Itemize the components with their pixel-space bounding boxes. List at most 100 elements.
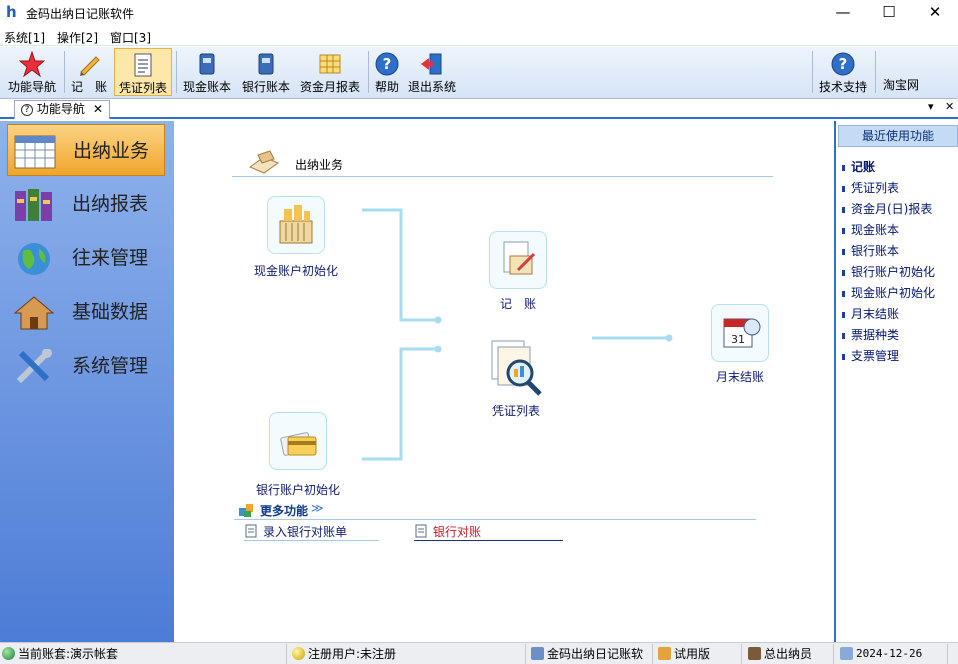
- toolbar-function-nav-button[interactable]: 功能导航: [2, 48, 62, 96]
- help-icon: ?: [375, 52, 399, 76]
- bullet-icon: [842, 185, 845, 192]
- toolbar-bank-ledger-button[interactable]: 银行账本: [238, 48, 294, 96]
- node-bank-account-init[interactable]: 银行账户初始化: [246, 412, 350, 498]
- toolbar-label: 记 账: [70, 80, 107, 94]
- toolbar-separator: [368, 51, 369, 93]
- node-label: 记 账: [499, 297, 536, 311]
- report-grid-icon: [319, 54, 341, 74]
- toolbar-cash-ledger-button[interactable]: 现金账本: [178, 48, 236, 96]
- toolbar-fund-report-button[interactable]: 资金月报表: [296, 48, 364, 96]
- tab-close-icon[interactable]: ✕: [93, 101, 103, 118]
- sidebar-item-label: 往来管理: [72, 247, 149, 269]
- window-title: 金码出纳日记账软件: [26, 7, 135, 21]
- bullet-icon: [842, 332, 845, 339]
- calendar-clock-icon: 31: [711, 304, 769, 362]
- more-functions-label[interactable]: 更多功能: [260, 502, 308, 519]
- toolbar-voucher-list-button[interactable]: 凭证列表: [114, 48, 172, 96]
- toolbar-label: 技术支持: [818, 80, 867, 94]
- close-button[interactable]: ✕: [912, 0, 958, 25]
- house-icon: [13, 296, 55, 330]
- recent-item[interactable]: 支票管理: [842, 347, 899, 364]
- recent-functions-panel: 最近使用功能 记账 凭证列表 资金月(日)报表 现金账本 银行账本 银行账户初始…: [834, 121, 958, 642]
- books-icon: [15, 189, 52, 221]
- menu-window[interactable]: 窗口[3]: [110, 29, 151, 46]
- calendar-icon: [840, 647, 853, 660]
- status-account: 当前账套:演示帐套: [0, 644, 287, 664]
- more-functions-icon: [239, 504, 253, 517]
- main-content: 出纳业务 现金账户初始化 记 账 凭证列表 31 月末结账 银行账户初始化 更多…: [174, 121, 834, 642]
- toolbar-exit-button[interactable]: 退出系统: [405, 48, 459, 96]
- svg-text:31: 31: [731, 333, 745, 346]
- tools-icon: [16, 349, 52, 384]
- sidebar-item-system-management[interactable]: 系统管理: [7, 340, 165, 392]
- menu-system[interactable]: 系统[1]: [4, 29, 45, 46]
- toolbar-label: 现金账本: [182, 80, 231, 94]
- sidebar-item-basic-data[interactable]: 基础数据: [7, 286, 165, 338]
- link-bank-reconciliation[interactable]: 银行对账: [433, 523, 481, 540]
- toolbar-bookkeeping-button[interactable]: 记 账: [66, 48, 112, 96]
- status-user: 注册用户:未注册: [290, 644, 526, 664]
- maximize-button[interactable]: ☐: [866, 0, 912, 25]
- recent-item[interactable]: 资金月(日)报表: [842, 200, 932, 217]
- pencil-icon: [80, 56, 100, 76]
- edition-icon: [658, 647, 671, 660]
- recent-item[interactable]: 银行账本: [842, 242, 899, 259]
- recent-item[interactable]: 现金账本: [842, 221, 899, 238]
- app-window: h 金码出纳日记账软件 — ☐ ✕ 系统[1] 操作[2] 窗口[3] 功能导航…: [0, 0, 958, 664]
- toolbar-label: 退出系统: [407, 80, 456, 94]
- tab-label: 功能导航: [36, 102, 85, 116]
- status-operator: 总出纳员: [746, 644, 834, 664]
- node-cash-account-init[interactable]: 现金账户初始化: [246, 196, 346, 279]
- calendar-grid-icon: [14, 135, 56, 169]
- link-underline-active: [414, 540, 563, 541]
- recent-item[interactable]: 票据种类: [842, 326, 899, 343]
- toolbar-label: 银行账本: [241, 80, 290, 94]
- toolbar-separator: [812, 51, 813, 93]
- recent-item[interactable]: 凭证列表: [842, 179, 899, 196]
- more-divider: [234, 519, 756, 520]
- recent-item[interactable]: 记账: [842, 158, 875, 175]
- document-icon: [415, 524, 427, 538]
- minimize-button[interactable]: —: [820, 0, 866, 25]
- node-voucher-list[interactable]: 凭证列表: [466, 339, 566, 419]
- recent-functions-title: 最近使用功能: [838, 125, 958, 147]
- more-functions-arrow-icon[interactable]: ≫: [311, 501, 324, 515]
- voucher-magnifier-icon: [491, 340, 542, 396]
- green-ball-icon: [2, 647, 15, 660]
- node-bookkeeping[interactable]: 记 账: [468, 231, 568, 312]
- bullet-icon: [842, 311, 845, 318]
- tab-menu-arrow-icon[interactable]: ▾: [928, 100, 934, 113]
- ledger-book-icon: [199, 53, 215, 75]
- sidebar-item-contacts[interactable]: 往来管理: [7, 232, 165, 284]
- bullet-icon: [842, 248, 845, 255]
- node-label: 银行账户初始化: [255, 483, 340, 497]
- node-label: 现金账户初始化: [253, 264, 338, 278]
- bullet-icon: [842, 353, 845, 360]
- yellow-ball-icon: [292, 647, 305, 660]
- toolbar-separator: [176, 51, 177, 93]
- bullet-icon: [842, 290, 845, 297]
- sidebar-item-cashier-business[interactable]: 出纳业务: [7, 124, 165, 176]
- product-icon: [531, 647, 544, 660]
- toolbar-separator: [875, 51, 876, 93]
- sidebar-item-label: 基础数据: [72, 301, 149, 323]
- link-enter-bank-statement[interactable]: 录入银行对账单: [263, 523, 347, 540]
- recent-item[interactable]: 月末结账: [842, 305, 899, 322]
- title-bar: h 金码出纳日记账软件 — ☐ ✕: [0, 0, 958, 25]
- toolbar-label: 资金月报表: [299, 80, 360, 94]
- ledger-book-icon: [258, 53, 274, 75]
- toolbar-label: 淘宝网: [882, 78, 919, 92]
- tab-close-all-icon[interactable]: ✕: [945, 100, 954, 113]
- sidebar-item-label: 出纳业务: [73, 140, 150, 162]
- recent-item[interactable]: 现金账户初始化: [842, 284, 935, 301]
- menu-operation[interactable]: 操作[2]: [57, 29, 98, 46]
- tab-function-nav[interactable]: ? 功能导航 ✕: [14, 100, 110, 119]
- node-label: 月末结账: [715, 370, 764, 384]
- toolbar-help-button[interactable]: ? 帮助: [370, 48, 404, 96]
- node-month-end[interactable]: 31 月末结账: [690, 304, 790, 385]
- toolbar-taobao-button[interactable]: 淘宝网: [877, 48, 925, 96]
- recent-item[interactable]: 银行账户初始化: [842, 263, 935, 280]
- bullet-icon: [842, 206, 845, 213]
- sidebar-item-cashier-report[interactable]: 出纳报表: [7, 178, 165, 230]
- toolbar-tech-support-button[interactable]: ? 技术支持: [814, 48, 872, 96]
